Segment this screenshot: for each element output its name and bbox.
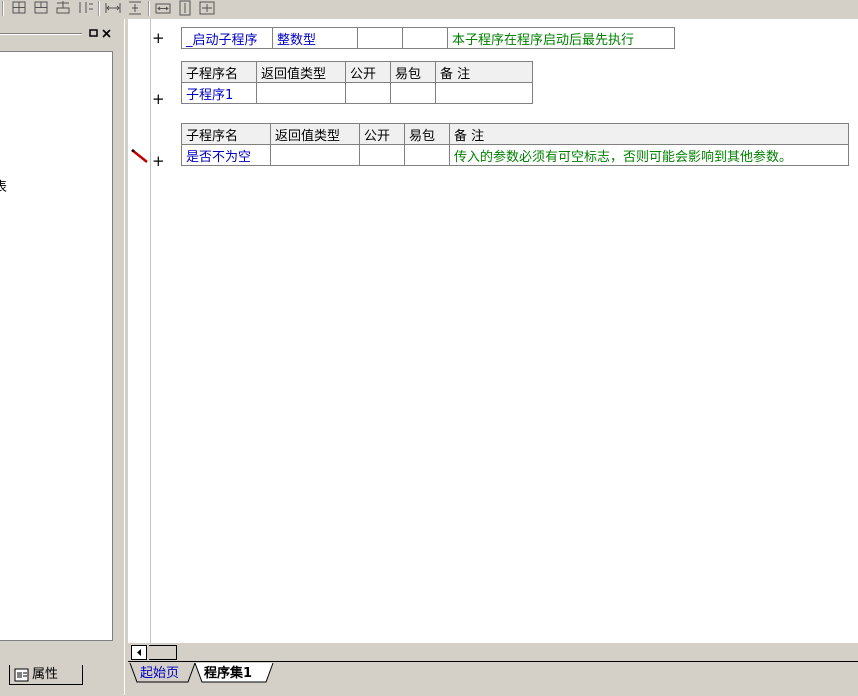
subroutine-table-selected: 子程序名 返回值类型 公开 易包 备 注 是否不为空 传入的参数必须有可空标志，… (181, 123, 849, 166)
table-row: 子程序1 (181, 82, 533, 104)
restore-icon[interactable] (88, 28, 99, 39)
grid-merge-icon[interactable] (54, 0, 72, 16)
panel-content[interactable]: 表 (0, 51, 113, 641)
same-size-icon[interactable] (198, 0, 216, 16)
header-remark: 备 注 (449, 123, 849, 145)
grid-insert-icon[interactable] (10, 0, 28, 16)
table-row: _启动子程序 整数型 本子程序在程序启动后最先执行 (181, 27, 675, 49)
tab-properties-label: 属性 (32, 667, 59, 682)
document-tabs: 起始页 程序集1 (128, 661, 858, 696)
return-type-cell[interactable] (256, 82, 346, 104)
left-panel: 表 属性 (0, 19, 124, 695)
public-cell[interactable] (359, 144, 405, 166)
remark-cell[interactable]: 传入的参数必须有可空标志，否则可能会影响到其他参数。 (449, 144, 849, 166)
table-row: 是否不为空 传入的参数必须有可空标志，否则可能会影响到其他参数。 (181, 144, 849, 166)
return-type-cell[interactable] (270, 144, 360, 166)
remark-cell[interactable] (435, 82, 533, 104)
startup-subroutine-table: _启动子程序 整数型 本子程序在程序启动后最先执行 (181, 27, 675, 49)
header-public: 公开 (345, 61, 391, 83)
table-header-row: 子程序名 返回值类型 公开 易包 备 注 (181, 123, 849, 145)
panel-grip (0, 33, 82, 35)
tab-start-page[interactable]: 起始页 (140, 665, 179, 685)
public-cell[interactable] (345, 82, 391, 104)
easy-pack-cell[interactable] (390, 82, 436, 104)
same-width-icon[interactable] (154, 0, 172, 16)
horizontal-scrollbar[interactable] (128, 643, 858, 661)
tab-properties[interactable]: 属性 (9, 665, 83, 685)
header-easy-pack: 易包 (390, 61, 436, 83)
same-height-icon[interactable] (176, 0, 194, 16)
code-editor[interactable]: + + + _启动子程序 整数型 本子程序在程序启动后最先执行 子程序名 返回值… (128, 19, 858, 643)
subroutine-name-cell[interactable]: 子程序1 (181, 82, 257, 104)
header-name: 子程序名 (181, 123, 271, 145)
scroll-thumb[interactable] (149, 645, 177, 660)
header-return-type: 返回值类型 (270, 123, 360, 145)
tab-program-set[interactable]: 程序集1 (204, 665, 252, 685)
panel-item-label: 表 (0, 180, 8, 195)
expand-icon[interactable]: + (152, 154, 166, 169)
public-cell[interactable] (357, 27, 403, 49)
return-type-cell[interactable]: 整数型 (272, 27, 358, 49)
toolbar-separator (2, 1, 4, 16)
easy-pack-cell[interactable] (402, 27, 448, 49)
properties-icon (14, 668, 30, 688)
toolbar-separator (148, 1, 150, 16)
expand-icon[interactable]: + (152, 92, 166, 107)
grid-delete-icon[interactable] (32, 0, 50, 16)
panel-tabs: 属性 (0, 662, 124, 695)
pencil-icon (130, 148, 150, 168)
distribute-horizontal-icon[interactable] (104, 0, 122, 16)
close-icon[interactable] (101, 28, 112, 39)
grid-split-icon[interactable] (76, 0, 94, 16)
header-remark: 备 注 (435, 61, 533, 83)
subroutine-name-cell[interactable]: 是否不为空 (181, 144, 271, 166)
scroll-left-button[interactable] (131, 645, 147, 660)
panel-title-bar (0, 27, 118, 40)
header-return-type: 返回值类型 (256, 61, 346, 83)
table-header-row: 子程序名 返回值类型 公开 易包 备 注 (181, 61, 533, 83)
toolbar-separator (98, 1, 100, 16)
subroutine-name-cell[interactable]: _启动子程序 (181, 27, 273, 49)
distribute-vertical-icon[interactable] (126, 0, 144, 16)
easy-pack-cell[interactable] (404, 144, 450, 166)
header-public: 公开 (359, 123, 405, 145)
subroutine-table: 子程序名 返回值类型 公开 易包 备 注 子程序1 (181, 61, 533, 104)
toolbar (0, 0, 858, 20)
expand-icon[interactable]: + (152, 31, 166, 46)
editor-gutter (128, 19, 151, 643)
remark-cell[interactable]: 本子程序在程序启动后最先执行 (447, 27, 675, 49)
header-easy-pack: 易包 (404, 123, 450, 145)
header-name: 子程序名 (181, 61, 257, 83)
